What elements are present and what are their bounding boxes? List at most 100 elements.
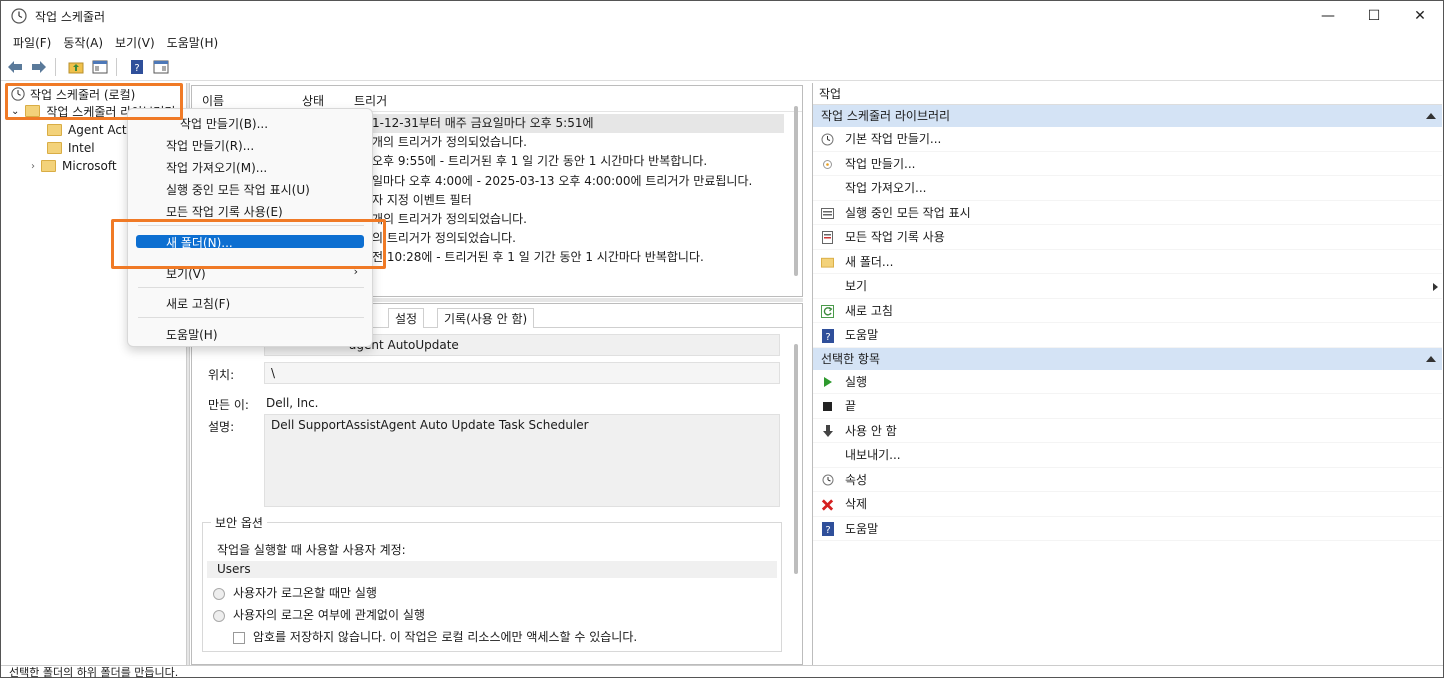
action-create-task[interactable]: 작업 만들기... xyxy=(813,152,1442,176)
checkbox-icon[interactable] xyxy=(233,631,245,644)
task-scheduler-window: 작업 스케줄러 — ☐ ✕ 파일(F) 동작(A) 보기(V) 도움말(H) ? xyxy=(0,0,1444,678)
description-label: 설명: xyxy=(208,420,235,434)
context-item-refresh[interactable]: 새로 고침(F) xyxy=(166,295,230,312)
menu-view[interactable]: 보기(V) xyxy=(115,34,155,51)
maximize-button[interactable]: ☐ xyxy=(1351,1,1397,31)
action-refresh[interactable]: 새로 고침 xyxy=(813,299,1442,323)
action-label: 기본 작업 만들기... xyxy=(845,132,942,146)
action-delete[interactable]: 삭제 xyxy=(813,492,1442,517)
context-item-enable-history[interactable]: 모든 작업 기록 사용(E) xyxy=(166,203,283,220)
description-field[interactable]: Dell SupportAssistAgent Auto Update Task… xyxy=(264,414,780,507)
clock-icon xyxy=(11,8,27,24)
forward-arrow-icon xyxy=(32,60,46,73)
refresh-icon xyxy=(821,304,834,318)
actions-title: 작업 xyxy=(813,83,1442,105)
window-title: 작업 스케줄러 xyxy=(35,9,106,24)
minimize-button[interactable]: — xyxy=(1305,1,1351,31)
tree-item-label: Agent Acti xyxy=(68,123,130,137)
table-row[interactable]: 자 지정 이벤트 필터 xyxy=(372,191,784,210)
radio-icon[interactable] xyxy=(213,587,225,600)
help-button[interactable]: ? xyxy=(127,57,147,77)
action-label: 끝 xyxy=(845,399,857,413)
radio-whether-logged[interactable]: 사용자의 로그온 여부에 관계없이 실행 xyxy=(213,606,425,623)
action-enable-history[interactable]: 모든 작업 기록 사용 xyxy=(813,225,1442,250)
folder-icon xyxy=(47,142,62,154)
forward-button[interactable] xyxy=(29,57,49,77)
annotation-highlight-tree xyxy=(5,83,183,120)
folder-icon xyxy=(41,160,56,172)
column-header-trigger[interactable]: 트리거 xyxy=(354,92,387,109)
collapse-icon[interactable] xyxy=(1426,355,1436,362)
checkbox-no-password-label: 암호를 저장하지 않습니다. 이 작업은 로컬 리소스에만 액세스할 수 있습니… xyxy=(253,630,638,644)
action-new-folder[interactable]: 새 폴더... xyxy=(813,250,1442,274)
account-value: Users xyxy=(207,561,777,578)
disable-icon xyxy=(821,425,834,438)
context-item-import-task[interactable]: 작업 가져오기(M)... xyxy=(166,159,267,176)
table-row[interactable]: 전 10:28에 - 트리거된 후 1 일 기간 동안 1 시간마다 반복합니다… xyxy=(372,248,784,267)
tab-history[interactable]: 기록(사용 안 함) xyxy=(437,308,535,328)
show-hide-console-button[interactable] xyxy=(90,57,110,77)
account-label: 작업을 실행할 때 사용할 사용자 계정: xyxy=(217,543,406,557)
action-export[interactable]: 내보내기... xyxy=(813,443,1442,468)
menu-file[interactable]: 파일(F) xyxy=(13,34,51,51)
actions-selected-label: 선택한 항목 xyxy=(821,351,881,366)
tree-item-microsoft[interactable]: › Microsoft xyxy=(31,157,117,175)
folder-up-icon xyxy=(68,62,84,73)
menu-help[interactable]: 도움말(H) xyxy=(167,34,219,51)
toolbar-separator xyxy=(116,57,117,76)
tree-item-intel[interactable]: Intel xyxy=(47,139,95,157)
action-show-running[interactable]: 실행 중인 모든 작업 표시 xyxy=(813,201,1442,225)
action-help[interactable]: ? 도움말 xyxy=(813,323,1442,348)
action-help-selected[interactable]: ? 도움말 xyxy=(813,517,1442,541)
action-end[interactable]: 끝 xyxy=(813,394,1442,419)
context-separator xyxy=(138,317,364,318)
action-disable[interactable]: 사용 안 함 xyxy=(813,419,1442,443)
action-label: 내보내기... xyxy=(845,448,901,462)
show-action-pane-button[interactable] xyxy=(151,57,171,77)
action-properties[interactable]: 속성 xyxy=(813,468,1442,492)
properties-icon xyxy=(821,474,834,487)
action-pane-icon xyxy=(153,60,169,73)
chevron-right-icon[interactable]: › xyxy=(31,161,35,172)
tab-settings[interactable]: 설정 xyxy=(388,308,425,328)
column-header-status[interactable]: 상태 xyxy=(302,92,324,109)
location-field[interactable]: \ xyxy=(264,362,780,384)
actions-selected-section[interactable]: 선택한 항목 xyxy=(813,347,1442,370)
action-label: 모든 작업 기록 사용 xyxy=(845,230,945,244)
table-row[interactable]: 1-12-31부터 매주 금요일마다 오후 5:51에 xyxy=(372,114,784,134)
action-label: 사용 안 함 xyxy=(845,423,897,438)
action-import-task[interactable]: 작업 가져오기... xyxy=(813,176,1442,201)
table-row[interactable]: 일마다 오후 4:00에 - 2025-03-13 오후 4:00:00에 트리… xyxy=(372,172,784,191)
actions-library-section[interactable]: 작업 스케줄러 라이브러리 xyxy=(813,105,1442,127)
collapse-icon[interactable] xyxy=(1426,113,1436,119)
action-basic-task[interactable]: 기본 작업 만들기... xyxy=(813,127,1442,152)
table-row[interactable]: 개의 트리거가 정의되었습니다. xyxy=(372,133,784,152)
context-item-create-task[interactable]: 작업 만들기(R)... xyxy=(166,137,254,154)
table-row[interactable]: 의 트리거가 정의되었습니다. xyxy=(372,229,784,248)
tree-item-agent[interactable]: Agent Acti xyxy=(47,121,130,139)
action-view[interactable]: 보기 xyxy=(813,274,1442,299)
task-list-scrollbar[interactable] xyxy=(794,106,798,276)
create-task-icon xyxy=(821,158,834,171)
details-scrollbar[interactable] xyxy=(794,344,798,574)
up-folder-button[interactable] xyxy=(66,57,86,77)
radio-logged-on[interactable]: 사용자가 로그온할 때만 실행 xyxy=(213,584,377,601)
svg-text:?: ? xyxy=(134,63,139,74)
menu-action[interactable]: 동작(A) xyxy=(63,34,103,51)
back-button[interactable] xyxy=(5,57,25,77)
svg-text:?: ? xyxy=(825,525,830,536)
action-label: 도움말 xyxy=(845,328,879,342)
context-item-help[interactable]: 도움말(H) xyxy=(166,326,218,343)
close-button[interactable]: ✕ xyxy=(1397,1,1443,31)
context-item-create-basic[interactable]: 작업 만들기(B)... xyxy=(180,115,268,132)
radio-icon[interactable] xyxy=(213,609,225,622)
table-row[interactable]: 오후 9:55에 - 트리거된 후 1 일 기간 동안 1 시간마다 반복합니다… xyxy=(372,152,784,171)
action-run[interactable]: 실행 xyxy=(813,370,1442,394)
checkbox-no-password[interactable]: 암호를 저장하지 않습니다. 이 작업은 로컬 리소스에만 액세스할 수 있습니… xyxy=(233,628,637,645)
running-tasks-icon xyxy=(821,207,834,220)
column-header-name[interactable]: 이름 xyxy=(202,92,224,109)
radio-whether-label: 사용자의 로그온 여부에 관계없이 실행 xyxy=(233,608,425,622)
radio-logged-on-label: 사용자가 로그온할 때만 실행 xyxy=(233,586,377,600)
table-row[interactable]: 개의 트리거가 정의되었습니다. xyxy=(372,210,784,229)
context-item-show-running[interactable]: 실행 중인 모든 작업 표시(U) xyxy=(166,181,310,198)
